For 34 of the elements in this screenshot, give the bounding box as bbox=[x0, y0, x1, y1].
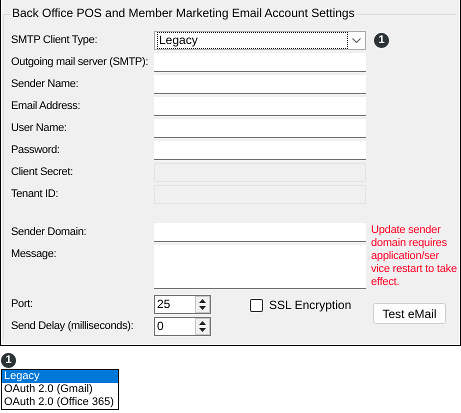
client-type-dropdown[interactable]: Legacy bbox=[154, 31, 366, 50]
spin-arrows-icon[interactable] bbox=[195, 296, 210, 313]
field-label: Outgoing mail server (SMTP): bbox=[11, 55, 150, 70]
field-label: Email Address: bbox=[11, 99, 82, 114]
dropdown-option[interactable]: OAuth 2.0 (Gmail) bbox=[2, 383, 118, 396]
field-label: Client Secret: bbox=[11, 165, 74, 180]
input-field[interactable] bbox=[154, 119, 366, 138]
group-title: Back Office POS and Member Marketing Email Account Settings bbox=[11, 5, 356, 21]
message-field[interactable] bbox=[154, 245, 366, 289]
input-field[interactable] bbox=[154, 97, 366, 116]
field-label: Tenant ID: bbox=[11, 187, 60, 202]
restart-warning: Update sender domain requires application/ser vice restart to take effect. bbox=[371, 224, 457, 289]
field-label: Send Delay (milliseconds): bbox=[11, 319, 134, 334]
field-label: Message: bbox=[11, 247, 58, 262]
field-label: Sender Name: bbox=[11, 77, 80, 92]
input-field[interactable] bbox=[154, 223, 366, 242]
spin-arrows-icon[interactable] bbox=[195, 318, 210, 335]
dropdown-option[interactable]: Legacy bbox=[2, 370, 118, 383]
input-field[interactable] bbox=[154, 53, 366, 72]
callout-badge: 1 bbox=[374, 33, 389, 48]
field-label: Sender Domain: bbox=[11, 225, 88, 240]
test-email-button[interactable]: Test eMail bbox=[373, 303, 446, 324]
chevron-down-icon bbox=[352, 38, 361, 43]
field-label: User Name: bbox=[11, 121, 68, 136]
number-spinner[interactable]: 0 bbox=[154, 317, 211, 336]
number-spinner[interactable]: 25 bbox=[154, 295, 211, 314]
input-field[interactable] bbox=[154, 75, 366, 94]
callout-badge: 1 bbox=[1, 353, 16, 368]
field-label: Password: bbox=[11, 143, 61, 158]
field-label: SMTP Client Type: bbox=[11, 33, 98, 48]
field-label: Port: bbox=[11, 297, 34, 312]
dropdown-option[interactable]: OAuth 2.0 (Office 365) bbox=[2, 396, 118, 409]
ssl-checkbox[interactable]: SSL Encryption bbox=[250, 298, 352, 312]
input-field[interactable] bbox=[154, 141, 366, 160]
